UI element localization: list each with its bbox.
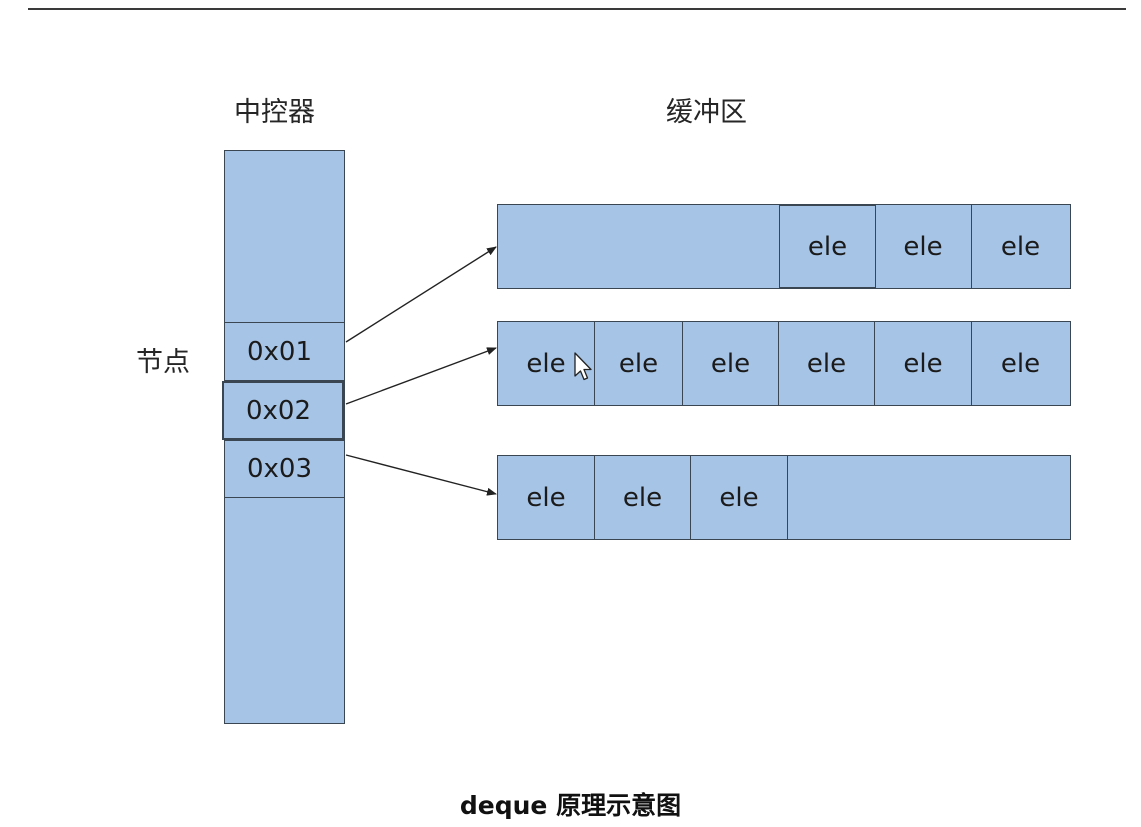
buffer-1-empty-space xyxy=(498,205,780,288)
diagram-caption: deque 原理示意图 xyxy=(459,791,682,820)
buffer-2-element: ele xyxy=(875,322,972,405)
buffer-2-element: ele xyxy=(595,322,683,405)
map-heading: 中控器 xyxy=(234,97,315,128)
pointer-arrows xyxy=(345,246,497,496)
buffer-2-element: ele xyxy=(779,322,875,405)
buffer-heading: 缓冲区 xyxy=(666,97,747,128)
buffer-3-element: ele xyxy=(691,456,788,539)
map-node-0x03: 0x03 xyxy=(224,440,345,498)
arrow-0x02-to-buffer-2 xyxy=(345,347,497,405)
node-label: 节点 xyxy=(136,347,190,378)
top-divider xyxy=(28,8,1126,10)
mouse-pointer-icon xyxy=(574,352,592,381)
map-node-0x02: 0x02 xyxy=(222,381,344,440)
buffer-1-element: ele xyxy=(875,205,972,288)
buffer-1-element: ele xyxy=(779,205,876,288)
arrow-0x03-to-buffer-3 xyxy=(345,454,497,496)
buffer-1: ele ele ele xyxy=(497,204,1071,289)
buffer-2-element: ele xyxy=(1000,348,1041,379)
buffer-3: ele ele ele xyxy=(497,455,1071,540)
buffer-1-element: ele xyxy=(1000,231,1041,262)
buffer-3-element: ele xyxy=(595,456,691,539)
buffer-3-empty-space xyxy=(788,456,1069,539)
map-node-0x01: 0x01 xyxy=(224,322,345,381)
buffer-2-element: ele xyxy=(683,322,779,405)
buffer-3-element: ele xyxy=(498,456,595,539)
arrow-0x01-to-buffer-1 xyxy=(345,246,497,343)
